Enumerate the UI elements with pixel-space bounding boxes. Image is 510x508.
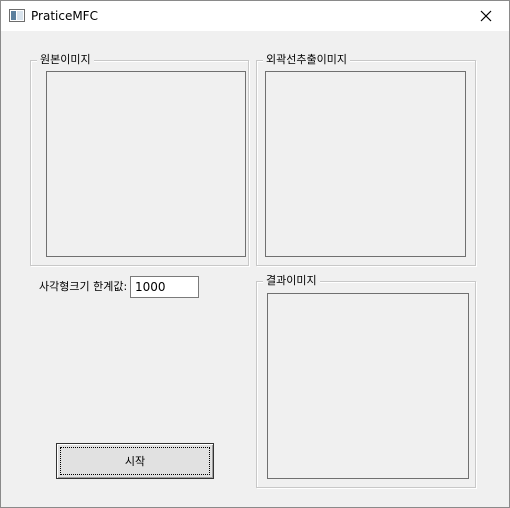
start-button-label: 시작 (124, 455, 146, 468)
result-image-frame (267, 293, 469, 479)
start-button[interactable]: 시작 (56, 443, 214, 479)
close-icon (480, 10, 492, 22)
title-bar[interactable]: PraticeMFC (1, 1, 509, 31)
app-window-icon (9, 9, 25, 22)
original-image-group-label: 원본이미지 (37, 53, 94, 67)
window-title: PraticeMFC (31, 9, 98, 23)
original-image-frame (46, 71, 246, 257)
edge-image-group-label: 외곽선추출이미지 (263, 53, 350, 67)
close-button[interactable] (463, 1, 509, 31)
result-image-group-label: 결과이미지 (263, 274, 320, 288)
dialog-window: PraticeMFC 원본이미지 외곽선추출이미지 결과이미지 사각형크기 한계… (0, 0, 510, 508)
threshold-input[interactable] (130, 276, 199, 298)
threshold-label: 사각형크기 한계값: (39, 280, 128, 293)
edge-image-frame (265, 71, 466, 257)
